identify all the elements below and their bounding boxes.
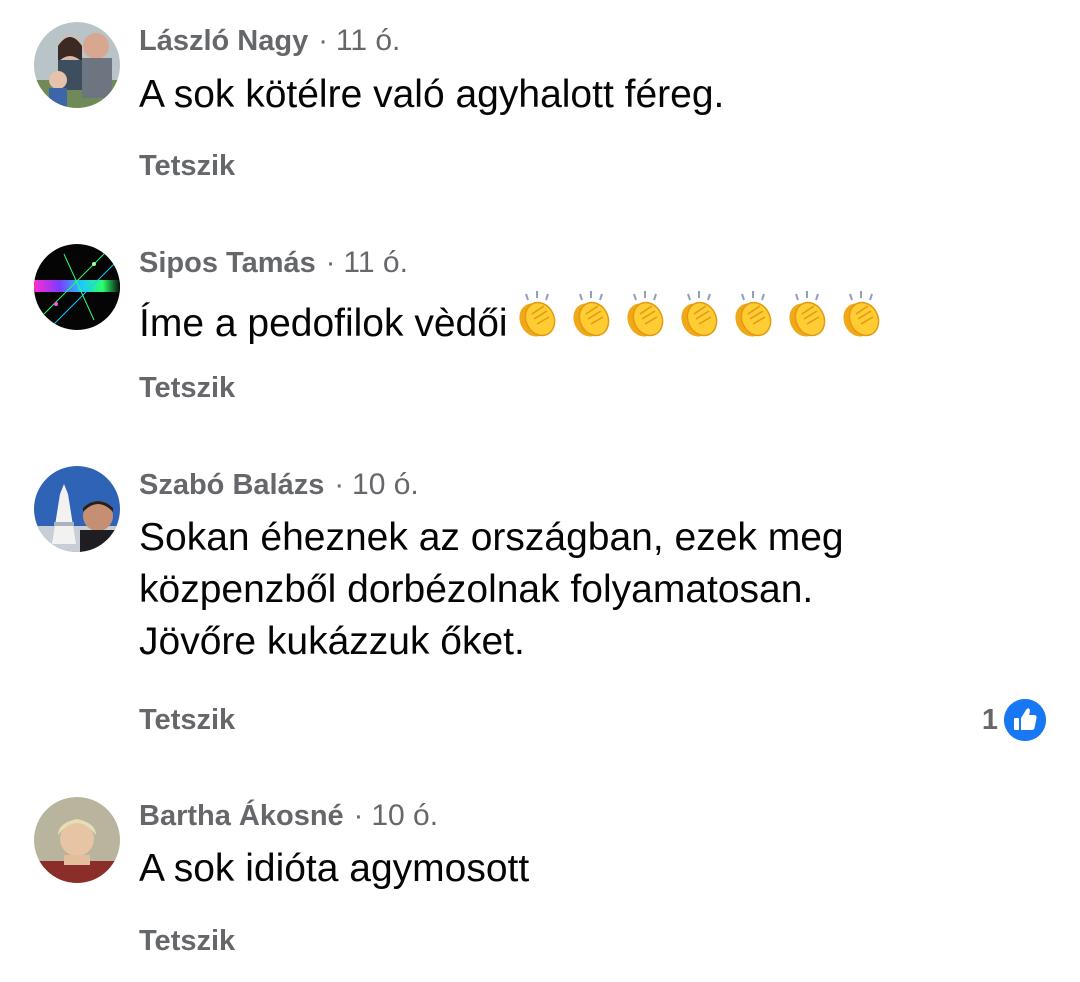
comment-text-line: Sokan éheznek az országban, ezek meg [139,516,844,559]
like-button[interactable]: Tetszik [139,150,235,183]
clapping-hands-icon [572,291,609,337]
comment-meta: László Nagy · 11 ó. [139,24,400,60]
author-name[interactable]: Bartha Ákosné [139,800,344,833]
reaction-summary[interactable]: 1 [982,699,1046,741]
profile-photo-monument-icon [34,466,120,552]
comment-time[interactable]: 10 ó. [371,799,438,833]
comment-meta: Bartha Ákosné · 10 ó. [139,799,438,835]
comment-text: Sokan éheznek az országban, ezek meg köz… [139,512,844,668]
meta-separator: · [318,25,328,57]
comment-time[interactable]: 11 ó. [336,24,401,58]
clapping-hands-icon [626,291,663,337]
meta-separator: · [353,800,364,832]
author-name[interactable]: Szabó Balázs [139,469,324,502]
clapping-hands-icon [734,291,771,337]
comment-text-line: Íme a pedofilok vèdői [139,302,508,345]
meta-separator: · [334,469,345,501]
avatar[interactable] [34,466,120,552]
emoji-row [510,288,888,342]
comment-text-line: A sok kötélre való agyhalott féreg. [139,73,725,116]
author-name[interactable]: Sipos Tamás [139,247,316,280]
clapping-hands-icon [842,291,879,337]
comment-text-line: A sok idióta agymosott [139,847,530,890]
avatar[interactable] [34,22,120,108]
like-button[interactable]: Tetszik [139,925,235,958]
comment-text: Íme a pedofilok vèdői [139,288,888,350]
comment-time[interactable]: 11 ó. [343,246,408,280]
like-button[interactable]: Tetszik [139,704,235,737]
clapping-hands-icon [680,291,717,337]
like-thumb-icon [1004,699,1046,741]
avatar[interactable] [34,797,120,883]
profile-photo-woman-icon [34,797,120,883]
profile-photo-family-icon [34,22,120,108]
comment-text-line: közpenzből dorbézolnak folyamatosan. [139,568,814,611]
author-name[interactable]: László Nagy [139,25,308,58]
clapping-hands-icon [518,291,555,337]
comment-text: A sok idióta agymosott [139,843,529,895]
comment-meta: Szabó Balázs · 10 ó. [139,468,419,504]
like-button[interactable]: Tetszik [139,372,235,405]
comment-time[interactable]: 10 ó. [352,468,419,502]
clapping-hands-icon [788,291,825,337]
meta-separator: · [325,247,336,279]
profile-photo-abstract-light-icon [34,244,120,330]
comment-text-line: Jövőre kukázzuk őket. [139,620,525,663]
comment-text: A sok kötélre való agyhalott féreg. [139,69,724,121]
reaction-count: 1 [981,703,998,736]
comment-meta: Sipos Tamás · 11 ó. [139,246,408,282]
avatar[interactable] [34,244,120,330]
